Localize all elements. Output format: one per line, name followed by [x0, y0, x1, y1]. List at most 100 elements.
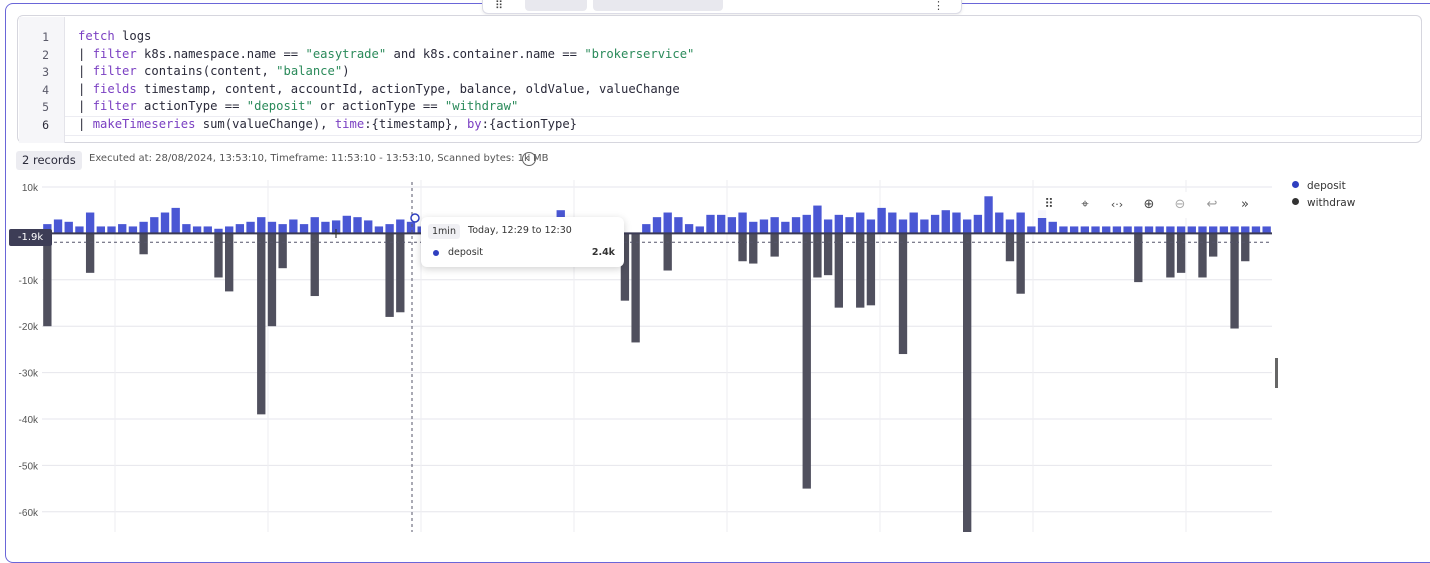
reset-zoom-icon[interactable]: ↩: [1201, 195, 1223, 215]
select-zoom-icon[interactable]: ⌖: [1074, 195, 1096, 215]
deposit-bar: [663, 212, 672, 234]
deposit-bar: [53, 219, 63, 234]
y-tick-label: -20k: [19, 322, 39, 333]
deposit-bar: [1102, 226, 1111, 234]
deposit-bar: [770, 217, 779, 234]
deposit-bar: [706, 214, 715, 234]
deposit-bar: [150, 217, 159, 234]
deposit-bar: [1080, 226, 1089, 234]
line-number: 3: [42, 65, 49, 79]
line-number: 6: [42, 118, 49, 132]
collapse-icon[interactable]: »: [1234, 195, 1256, 215]
legend-item-deposit[interactable]: deposit: [1292, 180, 1346, 192]
tooltip-granularity: 1min: [428, 224, 460, 239]
withdraw-bar: [866, 233, 876, 306]
chart-tooltip: 1min Today, 12:29 to 12:30 deposit 2.4k: [421, 217, 624, 267]
withdraw-bar: [856, 233, 865, 308]
deposit-bar: [1230, 226, 1239, 234]
withdraw-bar: [1241, 233, 1250, 262]
deposit-bar: [1166, 226, 1175, 234]
deposit-bar: [845, 217, 854, 234]
deposit-bar: [984, 196, 993, 234]
deposit-bar: [192, 226, 202, 234]
withdraw-bar: [823, 233, 833, 276]
deposit-dot-icon: [433, 250, 439, 256]
drag-handle-icon[interactable]: ⠿: [1038, 195, 1060, 215]
deposit-bar: [652, 217, 662, 234]
withdraw-bar: [631, 233, 640, 343]
more-icon[interactable]: ⋮: [933, 0, 945, 12]
deposit-bar: [1144, 226, 1154, 234]
deposit-bar: [920, 219, 929, 234]
drag-handle-icon[interactable]: ⠿: [495, 0, 509, 12]
options-button[interactable]: [839, 0, 909, 11]
withdraw-dot-icon: [1292, 198, 1299, 205]
timeseries-chart[interactable]: 10k0-10k-20k-30k-40k-50k-60k+: [0, 176, 1290, 532]
withdraw-bar: [813, 233, 822, 278]
deposit-bar: [909, 212, 918, 234]
deposit-bar: [406, 221, 416, 234]
deposit-bar: [1241, 226, 1250, 234]
withdraw-bar: [43, 233, 52, 327]
deposit-bar: [995, 212, 1004, 234]
deposit-bar: [364, 220, 373, 234]
withdraw-bar: [663, 233, 672, 271]
code-line-4[interactable]: | fields timestamp, content, accountId, …: [78, 82, 680, 96]
code-line-5[interactable]: | filter actionType == "deposit" or acti…: [78, 99, 518, 113]
deposit-bar: [877, 207, 886, 234]
deposit-bar: [1059, 226, 1068, 234]
deposit-bar: [642, 224, 651, 234]
withdraw-bar: [898, 233, 908, 355]
crosshair-value-label: -1.9k: [9, 229, 52, 246]
tooltip-series: deposit: [448, 247, 484, 258]
deposit-bar: [802, 214, 811, 234]
info-icon[interactable]: i: [522, 152, 536, 166]
line-number: 4: [42, 83, 49, 97]
deposit-bar: [973, 214, 983, 234]
withdraw-bar: [1134, 233, 1143, 283]
code-line-6[interactable]: | makeTimeseries sum(valueChange), time:…: [78, 117, 577, 131]
deposit-bar: [1005, 219, 1015, 234]
withdraw-bar: [1209, 233, 1218, 257]
withdraw-bar: [1166, 233, 1175, 278]
legend-item-withdraw[interactable]: withdraw: [1292, 197, 1355, 209]
withdraw-bar: [963, 233, 972, 532]
deposit-bar: [1016, 212, 1025, 234]
deposit-bar: [64, 221, 73, 234]
deposit-bar: [1176, 226, 1186, 234]
deposit-bar: [727, 217, 737, 234]
hover-point-marker: [410, 213, 420, 223]
query-editor[interactable]: 1 2 3 4 5 6 fetch logs | filter k8s.name…: [17, 15, 1422, 143]
code-line-1[interactable]: fetch logs: [78, 29, 151, 43]
deposit-bar: [791, 217, 801, 234]
deposit-bar: [1069, 226, 1079, 234]
deposit-bar: [1262, 226, 1271, 234]
tooltip-value: 2.4k: [591, 247, 615, 258]
deposit-bar: [235, 224, 245, 234]
y-tick-label: -10k: [19, 276, 39, 287]
legend-label: withdraw: [1307, 197, 1356, 209]
zoom-in-icon[interactable]: ⊕: [1138, 195, 1160, 215]
deposit-bar: [310, 217, 319, 234]
add-input-button[interactable]: [737, 0, 817, 11]
pan-icon[interactable]: ‹·›: [1106, 195, 1128, 215]
code-line-3[interactable]: | filter contains(content, "balance"): [78, 64, 350, 78]
deposit-bar: [1209, 226, 1218, 234]
deposit-bar: [299, 224, 309, 234]
withdraw-bar: [385, 233, 394, 317]
run-button[interactable]: [525, 0, 587, 11]
deposit-bar: [321, 221, 330, 234]
deposit-bar: [1112, 226, 1122, 234]
deposit-bar: [128, 226, 138, 234]
deposit-bar: [749, 221, 758, 234]
timeframe-selector[interactable]: [593, 0, 723, 11]
chart-resize-handle[interactable]: [1275, 358, 1278, 388]
deposit-bar: [374, 226, 384, 234]
chart-toolbar: ⠿ ⌖ ‹·› ⊕ ⊖ ↩ »: [1036, 192, 1264, 218]
deposit-bar: [941, 210, 950, 234]
zoom-out-icon[interactable]: ⊖: [1169, 195, 1191, 215]
deposit-bar: [182, 224, 191, 234]
deposit-bar: [759, 219, 769, 234]
withdraw-bar: [267, 233, 277, 327]
code-line-2[interactable]: | filter k8s.namespace.name == "easytrad…: [78, 47, 694, 61]
